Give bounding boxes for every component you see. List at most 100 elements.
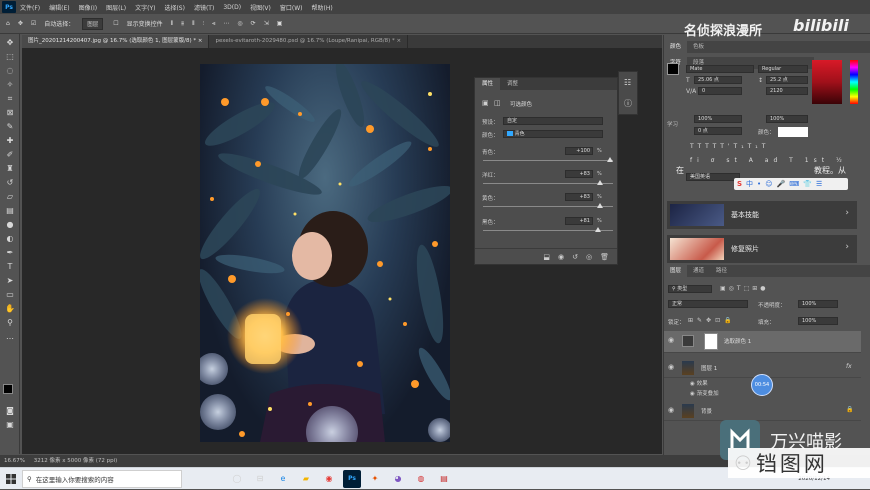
align-middle-icon[interactable]: ⫷ bbox=[212, 20, 215, 28]
eraser-tool-icon[interactable]: ▱ bbox=[4, 192, 16, 202]
taskbar-search-box[interactable]: ⚲ 在这里输入你要搜索的内容 bbox=[22, 469, 182, 488]
view-previous-icon[interactable]: ◉ bbox=[558, 253, 564, 261]
lock-icons[interactable]: ⊞✎✥⊡🔒 bbox=[688, 317, 736, 324]
crop-tool-icon[interactable]: ⌗ bbox=[4, 94, 16, 104]
hue-slider[interactable] bbox=[850, 60, 858, 104]
filter-type-icons[interactable]: ▣◎T⬚⊞● bbox=[720, 285, 769, 292]
black-slider[interactable] bbox=[483, 227, 613, 232]
menu-view[interactable]: 视图(V) bbox=[250, 3, 271, 12]
marquee-tool-icon[interactable]: ⬚ bbox=[4, 52, 16, 62]
ime-punct-icon[interactable]: • bbox=[757, 180, 761, 188]
tab-properties[interactable]: 属性 bbox=[475, 78, 501, 90]
app-taskbar-icon[interactable]: ◕ bbox=[389, 470, 407, 488]
distribute-icon[interactable]: ⋯ bbox=[223, 20, 229, 27]
tab-channels[interactable]: 通道 bbox=[687, 265, 710, 277]
opacity-input[interactable]: 100% bbox=[798, 300, 838, 308]
visibility-icon[interactable]: ◎ bbox=[586, 253, 592, 261]
photoshop-taskbar-icon[interactable]: Ps bbox=[343, 469, 361, 488]
show-transform-checkbox[interactable]: ☐ bbox=[113, 20, 118, 27]
clip-to-layer-icon[interactable]: ⬓ bbox=[543, 253, 550, 261]
visibility-eye-icon[interactable]: ◉ bbox=[668, 336, 674, 344]
effects-row[interactable]: ◉ 效果 bbox=[690, 379, 708, 387]
quick-mask-icon[interactable]: ◙ bbox=[4, 406, 16, 416]
opentype-buttons[interactable]: fi σ st A ad T 1st ½ bbox=[690, 157, 847, 164]
slider-thumb[interactable] bbox=[594, 227, 601, 232]
close-icon[interactable]: × bbox=[198, 38, 203, 44]
tracking-input[interactable]: 2120 bbox=[766, 87, 808, 95]
menu-type[interactable]: 文字(Y) bbox=[135, 3, 155, 12]
baseline-input[interactable]: 0 点 bbox=[694, 127, 742, 135]
align-top-icon[interactable]: ⫶ bbox=[203, 20, 205, 28]
tab-document-2[interactable]: pexels-evitaroth-2029480.psd @ 16.7% (Lo… bbox=[209, 35, 409, 48]
3d-rotate-icon[interactable]: ⟳ bbox=[251, 20, 256, 27]
slider-thumb[interactable] bbox=[597, 180, 604, 185]
more-tools-icon[interactable]: … bbox=[4, 332, 16, 342]
foreground-color-swatch[interactable] bbox=[667, 63, 679, 75]
tab-color[interactable]: 颜色 bbox=[664, 41, 688, 53]
healing-brush-icon[interactable]: ✚ bbox=[4, 136, 16, 146]
task-view-icon[interactable]: ◯ bbox=[228, 470, 246, 488]
info-icon[interactable]: ⓘ bbox=[624, 98, 632, 109]
move-tool-icon[interactable]: ✥ bbox=[18, 20, 23, 27]
black-value-input[interactable]: +81 bbox=[565, 217, 593, 225]
fx-label[interactable]: fx bbox=[846, 363, 852, 370]
properties-icon[interactable]: ☷ bbox=[624, 78, 631, 87]
widgets-icon[interactable]: ⊟ bbox=[251, 470, 269, 488]
eyedropper-icon[interactable]: ✎ bbox=[4, 122, 16, 132]
text-color-swatch[interactable] bbox=[778, 127, 808, 137]
lasso-tool-icon[interactable]: ◌ bbox=[4, 66, 16, 76]
layer-filter-select[interactable]: ⚲ 类型 bbox=[668, 285, 712, 293]
type-tool-icon[interactable]: T bbox=[4, 262, 16, 272]
menu-3d[interactable]: 3D(D) bbox=[223, 4, 241, 11]
chrome-icon[interactable]: ◉ bbox=[320, 470, 338, 488]
video-icon[interactable]: ▣ bbox=[277, 20, 283, 27]
dodge-tool-icon[interactable]: ◐ bbox=[4, 234, 16, 244]
tab-document-1[interactable]: 图片_20201214200407.jpg @ 16.7% (选取颜色 1, 图… bbox=[22, 35, 210, 48]
ime-skin-icon[interactable]: 👕 bbox=[803, 180, 812, 188]
gradient-tool-icon[interactable]: ▤ bbox=[4, 206, 16, 216]
learn-card-basic[interactable]: 基本技能 › bbox=[667, 201, 857, 229]
cyan-value-input[interactable]: +100 bbox=[565, 147, 593, 155]
document-info[interactable]: 3212 像素 x 5000 像素 (72 ppi) bbox=[34, 458, 118, 464]
3d-slide-icon[interactable]: ⇲ bbox=[264, 20, 269, 27]
ime-mic-icon[interactable]: 🎤 bbox=[777, 180, 786, 188]
preset-dropdown[interactable]: 自定 bbox=[503, 117, 603, 125]
vertical-scale-input[interactable]: 100% bbox=[694, 115, 742, 123]
menu-filter[interactable]: 滤镜(T) bbox=[194, 3, 214, 12]
auto-select-checkbox[interactable]: ☑ bbox=[31, 20, 36, 27]
hand-tool-icon[interactable]: ✋ bbox=[4, 304, 16, 314]
align-right-icon[interactable]: ⫴ bbox=[192, 20, 195, 28]
menu-layer[interactable]: 图层(L) bbox=[106, 3, 126, 12]
tab-swatches[interactable]: 色板 bbox=[687, 41, 710, 53]
menu-select[interactable]: 选择(S) bbox=[164, 3, 185, 12]
visibility-eye-icon[interactable]: ◉ bbox=[668, 406, 674, 414]
yellow-value-input[interactable]: +83 bbox=[565, 193, 593, 201]
ime-keyboard-icon[interactable]: ⌨ bbox=[789, 180, 799, 188]
brush-tool-icon[interactable]: ✐ bbox=[4, 150, 16, 160]
visibility-eye-icon[interactable]: ◉ bbox=[668, 363, 674, 371]
tab-layers[interactable]: 图层 bbox=[664, 265, 688, 277]
menu-help[interactable]: 帮助(H) bbox=[312, 3, 333, 12]
font-style-select[interactable]: Regular bbox=[758, 65, 808, 73]
menu-image[interactable]: 图像(I) bbox=[79, 3, 97, 12]
blur-tool-icon[interactable]: ● bbox=[4, 220, 16, 230]
zoom-level[interactable]: 16.67% bbox=[4, 458, 25, 464]
color-field[interactable] bbox=[812, 60, 842, 104]
language-select[interactable]: 美国英语 bbox=[686, 173, 740, 181]
tab-adjustments[interactable]: 调整 bbox=[500, 78, 525, 90]
netease-music-icon[interactable]: ◍ bbox=[412, 470, 430, 488]
layer-mask-thumbnail[interactable] bbox=[704, 333, 718, 350]
move-tool-icon[interactable]: ✥ bbox=[4, 38, 16, 48]
file-explorer-icon[interactable]: ▰ bbox=[297, 470, 315, 488]
app-taskbar-icon[interactable]: ▤ bbox=[435, 470, 453, 488]
ime-menu-icon[interactable]: ☰ bbox=[816, 180, 822, 188]
reset-icon[interactable]: ↺ bbox=[572, 253, 578, 261]
colors-dropdown[interactable]: 青色 bbox=[503, 130, 603, 138]
yellow-slider[interactable] bbox=[483, 203, 613, 208]
home-icon[interactable]: ⌂ bbox=[6, 20, 10, 27]
gradient-overlay-row[interactable]: ◉ 渐变叠加 bbox=[690, 389, 719, 397]
blend-mode-select[interactable]: 正常 bbox=[668, 300, 748, 308]
clone-stamp-icon[interactable]: ♜ bbox=[4, 164, 16, 174]
leading-input[interactable]: 25.2 点 bbox=[766, 76, 808, 84]
menu-file[interactable]: 文件(F) bbox=[20, 3, 40, 12]
